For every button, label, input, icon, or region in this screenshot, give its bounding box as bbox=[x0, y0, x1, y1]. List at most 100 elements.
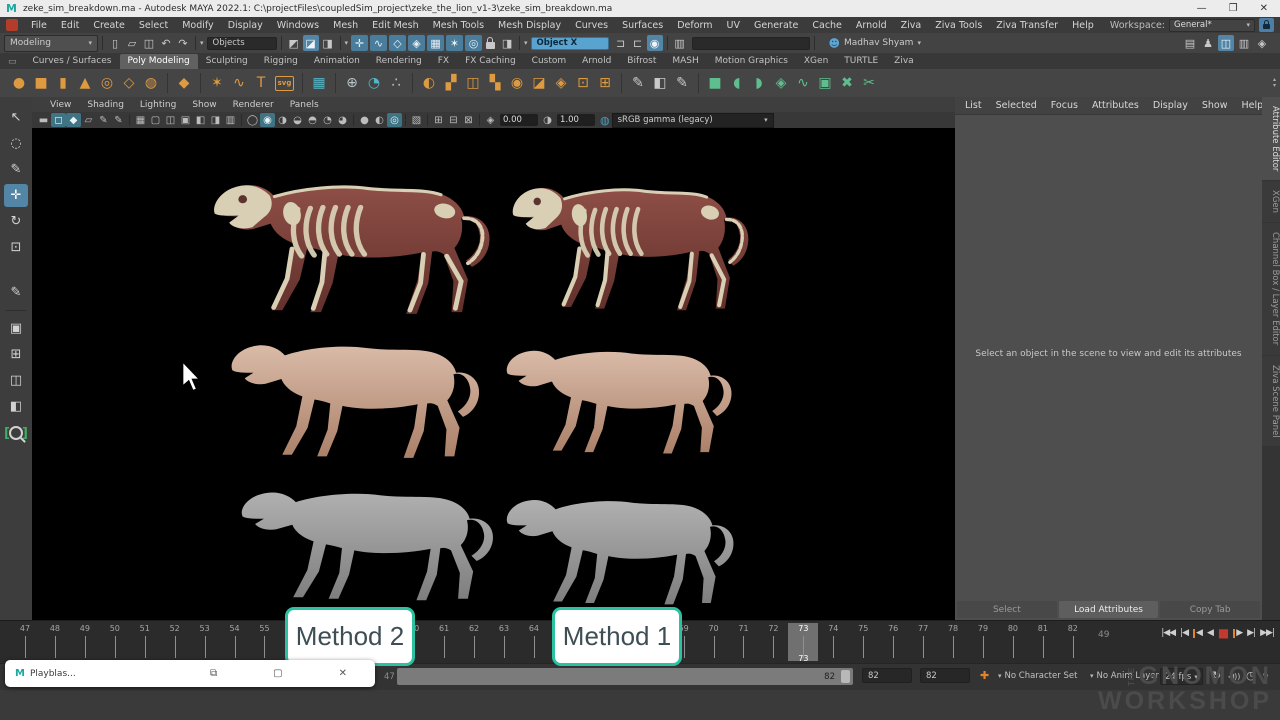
step-back-frame-button[interactable]: |◀ bbox=[1180, 628, 1188, 638]
pencil-curve-icon[interactable]: ∿ bbox=[228, 72, 250, 94]
xray-icon[interactable]: ◐ bbox=[372, 113, 387, 127]
separate-icon[interactable]: ▞ bbox=[440, 72, 462, 94]
set-key-icon[interactable]: ✚ bbox=[980, 669, 989, 682]
default-material-icon[interactable]: ● bbox=[357, 113, 372, 127]
select-tool[interactable]: ↖ bbox=[4, 106, 28, 129]
platonic-solid-icon[interactable]: ◆ bbox=[173, 72, 195, 94]
poly-disc-icon[interactable]: ◍ bbox=[140, 72, 162, 94]
delete-edge-icon[interactable]: ✖ bbox=[836, 72, 858, 94]
animation-end-field[interactable]: 82 bbox=[920, 668, 970, 683]
timeline-frame-62[interactable]: 62 bbox=[459, 623, 489, 661]
copy-tab-button[interactable]: Copy Tab bbox=[1160, 601, 1260, 618]
menu-display[interactable]: Display bbox=[221, 20, 270, 31]
playblast-restore-button[interactable]: ⧉ bbox=[210, 668, 217, 679]
lion-skin-left[interactable] bbox=[222, 327, 484, 465]
bookmark-icon[interactable]: ▱ bbox=[81, 113, 96, 127]
side-tab-xgen[interactable]: XGen bbox=[1262, 181, 1280, 222]
layout-four-pane[interactable]: ⊞ bbox=[4, 343, 28, 366]
pane-ortho-icon[interactable]: ⊟ bbox=[446, 113, 461, 127]
layout-single-pane[interactable]: ▣ bbox=[4, 317, 28, 340]
timeline-frame-47[interactable]: 47 bbox=[10, 623, 40, 661]
center-pivot-icon[interactable]: ◔ bbox=[363, 72, 385, 94]
shelf-tab-bifrost[interactable]: Bifrost bbox=[619, 54, 664, 69]
wireframe-icon[interactable]: ◯ bbox=[245, 113, 260, 127]
timeline-frame-78[interactable]: 78 bbox=[938, 623, 968, 661]
undo-icon[interactable]: ↶ bbox=[158, 35, 174, 51]
timeline-frames[interactable]: 4748495051525354555657585960616263646566… bbox=[10, 623, 1088, 661]
poly-sphere-icon[interactable]: ● bbox=[8, 72, 30, 94]
boolean-icon[interactable]: ◫ bbox=[462, 72, 484, 94]
playblast-window-titlebar[interactable]: M Playblas... ⧉ ▢ ✕ bbox=[5, 660, 375, 687]
ep-curve-icon[interactable]: ✶ bbox=[206, 72, 228, 94]
quad-draw-icon[interactable]: ✎ bbox=[627, 72, 649, 94]
lock-selection-icon[interactable] bbox=[486, 42, 495, 49]
shelf-tab-sculpting[interactable]: Sculpting bbox=[198, 54, 256, 69]
shelf-tab-rigging[interactable]: Rigging bbox=[256, 54, 306, 69]
cut-faces-icon[interactable]: ✂ bbox=[858, 72, 880, 94]
numeric-input-field[interactable] bbox=[692, 37, 810, 50]
color-management-icon[interactable]: ◍ bbox=[600, 114, 610, 127]
character-controls-icon[interactable]: ♟ bbox=[1200, 35, 1216, 51]
open-scene-icon[interactable]: ▱ bbox=[124, 35, 140, 51]
xray-joints-icon[interactable]: ◎ bbox=[387, 113, 402, 127]
exposure-icon[interactable]: ◈ bbox=[483, 113, 498, 127]
smooth-mesh-icon[interactable]: ◈ bbox=[770, 72, 792, 94]
timeline-frame-70[interactable]: 70 bbox=[699, 623, 729, 661]
timeline-frame-77[interactable]: 77 bbox=[908, 623, 938, 661]
view-transform-dropdown[interactable]: sRGB gamma (legacy) ▾ bbox=[612, 113, 774, 128]
new-scene-icon[interactable]: ▯ bbox=[107, 35, 123, 51]
shelf-tab-motion-graphics[interactable]: Motion Graphics bbox=[707, 54, 796, 69]
poly-torus-icon[interactable]: ◎ bbox=[96, 72, 118, 94]
snap-to-point-icon[interactable]: ◇ bbox=[389, 35, 406, 51]
attribute-editor-toggle-icon[interactable]: ◫ bbox=[1218, 35, 1234, 51]
menu-deform[interactable]: Deform bbox=[670, 20, 719, 31]
select-button[interactable]: Select bbox=[957, 601, 1057, 618]
textured-mode-icon[interactable]: ◑ bbox=[275, 113, 290, 127]
play-backwards-button[interactable]: ◀ bbox=[1207, 628, 1213, 638]
side-tab-channel-box-layer-editor[interactable]: Channel Box / Layer Editor bbox=[1262, 223, 1280, 354]
shelf-tab-fx[interactable]: FX bbox=[430, 54, 457, 69]
input-connections-icon[interactable]: ⊐ bbox=[613, 35, 629, 51]
menu-file[interactable]: File bbox=[24, 20, 54, 31]
menu-arnold[interactable]: Arnold bbox=[849, 20, 894, 31]
timeline-frame-52[interactable]: 52 bbox=[160, 623, 190, 661]
type-tool-icon[interactable]: T bbox=[250, 72, 272, 94]
pane-split-icon[interactable]: ⊞ bbox=[431, 113, 446, 127]
character-set-dropdown[interactable]: ▾ No Character Set bbox=[998, 668, 1077, 683]
range-slider-handle[interactable] bbox=[841, 670, 850, 683]
multi-cut-icon[interactable]: ◧ bbox=[649, 72, 671, 94]
timeline-frame-51[interactable]: 51 bbox=[130, 623, 160, 661]
snap-together-icon[interactable]: ◎ bbox=[465, 35, 482, 51]
ae-menu-focus[interactable]: Focus bbox=[1051, 100, 1078, 111]
workspace-dropdown[interactable]: General* ▾ bbox=[1169, 19, 1255, 32]
timeline-frame-73[interactable]: 7373 bbox=[788, 623, 818, 661]
window-close-button[interactable]: ✕ bbox=[1260, 3, 1268, 14]
exposure-field[interactable]: 0.00 bbox=[500, 114, 538, 126]
timeline-frame-82[interactable]: 82 bbox=[1058, 623, 1088, 661]
timeline-frame-72[interactable]: 72 bbox=[758, 623, 788, 661]
selection-mask-dropdown[interactable]: Objects bbox=[207, 37, 277, 50]
select-component-icon[interactable]: ◨ bbox=[320, 35, 336, 51]
target-weld-icon[interactable]: ✎ bbox=[671, 72, 693, 94]
snap-to-grid-icon[interactable]: ✛ bbox=[351, 35, 368, 51]
stop-button[interactable]: ■ bbox=[1218, 626, 1228, 640]
menu-windows[interactable]: Windows bbox=[270, 20, 326, 31]
playblast-maximize-button[interactable]: ▢ bbox=[273, 668, 282, 679]
lion-anatomy-right[interactable] bbox=[505, 168, 753, 318]
fill-hole-icon[interactable]: ⊞ bbox=[594, 72, 616, 94]
menu-cache[interactable]: Cache bbox=[805, 20, 849, 31]
channel-box-toggle-icon[interactable]: ◈ bbox=[1254, 35, 1270, 51]
select-hierarchy-icon[interactable]: ◩ bbox=[286, 35, 302, 51]
user-account-menu[interactable]: ☻ Madhav Shyam ▾ bbox=[829, 37, 921, 50]
shelf-scroll-arrows[interactable]: ▴▾ bbox=[1273, 77, 1276, 89]
resolution-gate-icon[interactable]: ◫ bbox=[163, 113, 178, 127]
timeline-frame-49[interactable]: 49 bbox=[70, 623, 100, 661]
construction-plane-icon[interactable]: ⊕ bbox=[341, 72, 363, 94]
bevel-icon[interactable]: ■ bbox=[704, 72, 726, 94]
playback-end-field[interactable]: 82 bbox=[862, 668, 912, 683]
snap-to-projected-center-icon[interactable]: ◈ bbox=[408, 35, 425, 51]
layout-two-pane[interactable]: ◫ bbox=[4, 369, 28, 392]
shaded-mode-icon[interactable]: ◉ bbox=[260, 113, 275, 127]
timeline-frame-76[interactable]: 76 bbox=[878, 623, 908, 661]
go-to-start-button[interactable]: |◀◀ bbox=[1161, 628, 1175, 638]
